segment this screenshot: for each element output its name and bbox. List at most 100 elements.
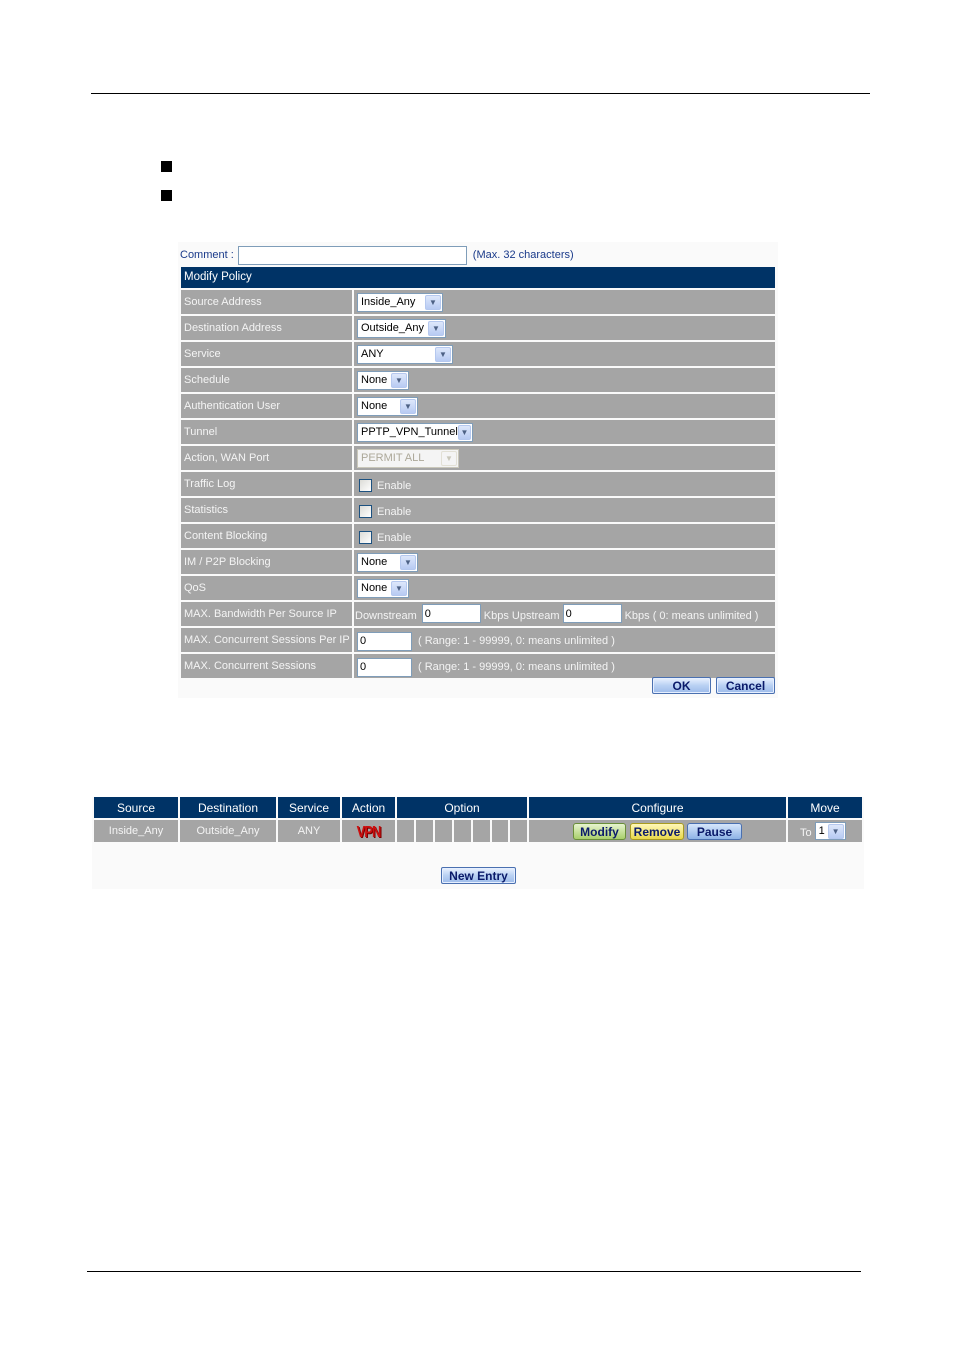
chevron-down-icon: ▼ xyxy=(441,450,457,466)
bullet-icon xyxy=(161,161,172,172)
remove-button[interactable]: Remove xyxy=(630,823,684,840)
tunnel-select[interactable]: PPTP_VPN_Tunnel ▼ xyxy=(357,422,473,442)
row-label: Service xyxy=(181,342,352,366)
ok-button[interactable]: OK xyxy=(652,677,711,694)
service-select[interactable]: ANY ▼ xyxy=(357,344,453,364)
authentication-user-select[interactable]: None ▼ xyxy=(357,396,418,416)
option-cell xyxy=(435,820,452,842)
bullet-icon xyxy=(161,190,172,201)
checkbox-label: Enable xyxy=(377,532,412,544)
row-label: Action, WAN Port xyxy=(181,446,352,470)
header-destination: Destination xyxy=(180,797,276,818)
chevron-down-icon: ▼ xyxy=(827,823,844,839)
chevron-down-icon: ▼ xyxy=(425,294,441,310)
row-label: MAX. Concurrent Sessions Per IP xyxy=(181,628,352,652)
chevron-down-icon: ▼ xyxy=(391,580,407,596)
sessions-per-ip-hint: ( Range: 1 - 99999, 0: means unlimited ) xyxy=(418,635,615,647)
statistics-checkbox[interactable] xyxy=(359,504,372,518)
checkbox-label: Enable xyxy=(377,480,412,492)
comment-input[interactable] xyxy=(237,245,467,265)
row-tunnel: Tunnel PPTP_VPN_Tunnel ▼ xyxy=(181,420,775,444)
cell-move: To 1 ▼ xyxy=(788,820,862,842)
header-option: Option xyxy=(397,797,527,818)
pause-button[interactable]: Pause xyxy=(687,823,742,840)
new-entry-button[interactable]: New Entry xyxy=(441,867,516,884)
comment-label: Comment : xyxy=(180,249,234,261)
row-label: Tunnel xyxy=(181,420,352,444)
cell-service: ANY xyxy=(278,820,340,842)
upstream-input[interactable]: 0 xyxy=(562,604,622,623)
row-label: Statistics xyxy=(181,498,352,522)
row-schedule: Schedule None ▼ xyxy=(181,368,775,392)
option-cell xyxy=(510,820,527,842)
row-content-blocking: Content Blocking Enable xyxy=(181,524,775,548)
row-qos: QoS None ▼ xyxy=(181,576,775,600)
chevron-down-icon: ▼ xyxy=(428,320,444,336)
option-cell xyxy=(397,820,414,842)
vpn-icon: VPN xyxy=(356,822,382,840)
row-label: IM / P2P Blocking xyxy=(181,550,352,574)
row-label: Source Address xyxy=(181,290,352,314)
schedule-select[interactable]: None ▼ xyxy=(357,370,409,390)
downstream-input[interactable]: 0 xyxy=(421,604,481,623)
move-select[interactable]: 1 ▼ xyxy=(814,822,846,840)
chevron-down-icon: ▼ xyxy=(457,424,471,440)
option-cell xyxy=(454,820,471,842)
header-action: Action xyxy=(342,797,395,818)
header-move: Move xyxy=(788,797,862,818)
row-authentication-user: Authentication User None ▼ xyxy=(181,394,775,418)
bandwidth-hint: Kbps ( 0: means unlimited ) xyxy=(624,609,759,622)
chevron-down-icon: ▼ xyxy=(400,398,416,414)
row-traffic-log: Traffic Log Enable xyxy=(181,472,775,496)
action-wan-port-select: PERMIT ALL ▼ xyxy=(357,448,459,468)
qos-select[interactable]: None ▼ xyxy=(357,578,409,598)
row-label: Content Blocking xyxy=(181,524,352,548)
row-label: MAX. Concurrent Sessions xyxy=(181,654,352,678)
row-label: Destination Address xyxy=(181,316,352,340)
modify-button[interactable]: Modify xyxy=(573,823,626,840)
row-service: Service ANY ▼ xyxy=(181,342,775,366)
im-p2p-blocking-select[interactable]: None ▼ xyxy=(357,552,418,572)
header-rule xyxy=(91,93,870,94)
cell-destination: Outside_Any xyxy=(180,820,276,842)
footer-rule xyxy=(87,1271,861,1272)
row-statistics: Statistics Enable xyxy=(181,498,775,522)
chevron-down-icon: ▼ xyxy=(435,346,451,362)
upstream-label: Kbps Upstream xyxy=(483,609,560,622)
header-source: Source xyxy=(94,797,178,818)
row-max-sessions-per-ip: MAX. Concurrent Sessions Per IP 0 ( Rang… xyxy=(181,628,775,652)
header-service: Service xyxy=(278,797,340,818)
row-label: Schedule xyxy=(181,368,352,392)
destination-address-select[interactable]: Outside_Any ▼ xyxy=(357,318,446,338)
row-max-sessions: MAX. Concurrent Sessions 0 ( Range: 1 - … xyxy=(181,654,775,678)
modify-policy-title: Modify Policy xyxy=(181,267,775,288)
cell-source: Inside_Any xyxy=(94,820,178,842)
traffic-log-checkbox[interactable] xyxy=(359,478,372,492)
chevron-down-icon: ▼ xyxy=(391,372,407,388)
content-blocking-checkbox[interactable] xyxy=(359,530,372,544)
comment-row: Comment : (Max. 32 characters) xyxy=(180,245,574,265)
chevron-down-icon: ▼ xyxy=(400,554,416,570)
row-label: QoS xyxy=(181,576,352,600)
cell-action: VPN xyxy=(342,820,395,842)
row-max-bandwidth: MAX. Bandwidth Per Source IP Downstream … xyxy=(181,602,775,626)
header-configure: Configure xyxy=(529,797,786,818)
option-cell xyxy=(492,820,508,842)
sessions-input[interactable]: 0 xyxy=(357,657,412,677)
row-source-address: Source Address Inside_Any ▼ xyxy=(181,290,775,314)
move-to-label: To xyxy=(800,826,812,839)
row-label: Traffic Log xyxy=(181,472,352,496)
source-address-select[interactable]: Inside_Any ▼ xyxy=(357,292,443,312)
row-action-wan-port: Action, WAN Port PERMIT ALL ▼ xyxy=(181,446,775,470)
row-im-p2p-blocking: IM / P2P Blocking None ▼ xyxy=(181,550,775,574)
option-cell xyxy=(416,820,433,842)
cancel-button[interactable]: Cancel xyxy=(716,677,775,694)
modify-policy-table: Modify Policy Source Address Inside_Any ▼… xyxy=(181,267,775,678)
option-cell xyxy=(473,820,490,842)
row-destination-address: Destination Address Outside_Any ▼ xyxy=(181,316,775,340)
sessions-per-ip-input[interactable]: 0 xyxy=(357,631,412,651)
downstream-label: Downstream xyxy=(355,609,417,622)
comment-hint: (Max. 32 characters) xyxy=(472,249,574,261)
sessions-hint: ( Range: 1 - 99999, 0: means unlimited ) xyxy=(418,661,615,673)
row-label: MAX. Bandwidth Per Source IP xyxy=(181,602,352,626)
